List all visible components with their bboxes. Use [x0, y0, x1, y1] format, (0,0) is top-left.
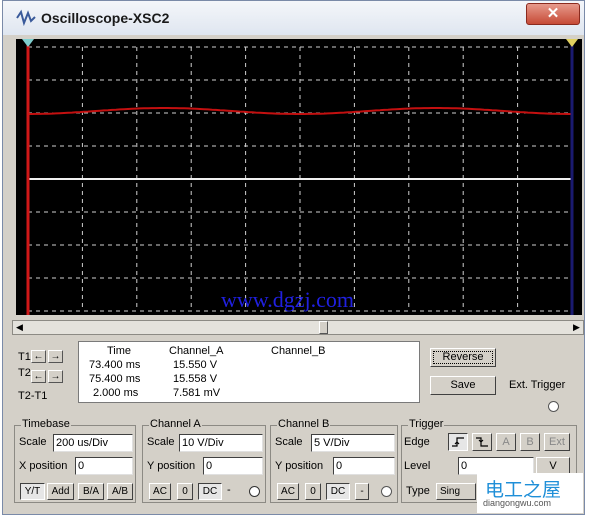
title-bar[interactable]: Oscilloscope-XSC2 ✕ — [3, 1, 584, 35]
mode-add-button[interactable]: Add — [47, 483, 74, 500]
channel-a-scale-field[interactable]: 10 V/Div — [179, 434, 263, 452]
channel-a-minus: - — [227, 484, 231, 496]
timebase-scale-field[interactable]: 200 us/Div — [53, 434, 133, 452]
channel-b-ypos-field[interactable]: 0 — [333, 457, 395, 475]
t1-channel-a: 15.550 V — [173, 359, 218, 371]
channel-b-group: Channel B Scale 5 V/Div Y position 0 AC … — [270, 418, 398, 503]
channel-a-zero-button[interactable]: 0 — [177, 483, 193, 500]
channel-b-zero-button[interactable]: 0 — [305, 483, 321, 500]
level-label: Level — [404, 460, 431, 472]
channel-a-scale-label: Scale — [147, 436, 175, 448]
timebase-scale-label: Scale — [19, 436, 47, 448]
type-label: Type — [406, 485, 430, 497]
edge-label: Edge — [404, 436, 430, 448]
channel-a-ypos-label: Y position — [147, 460, 196, 472]
channel-b-minus-button[interactable]: - — [355, 483, 369, 500]
oscilloscope-window: Oscilloscope-XSC2 ✕ www.dgzj.com ◀ ▶ T1 … — [2, 0, 585, 515]
trigger-a-button[interactable]: A — [496, 433, 516, 451]
channel-a-ypos-field[interactable]: 0 — [203, 457, 263, 475]
site-logo: 电工之屋 diangongwu.com — [477, 473, 583, 513]
t2-label: T2 — [18, 367, 31, 379]
trigger-b-button[interactable]: B — [520, 433, 540, 451]
channel-a-group: Channel A Scale 10 V/Div Y position 0 AC… — [142, 418, 266, 503]
channel-b-label: Channel B — [277, 418, 331, 430]
scope-graph — [22, 39, 578, 315]
scroll-thumb[interactable] — [319, 321, 328, 334]
t1-time: 73.400 ms — [89, 359, 141, 371]
t2-t1-channel-a: 7.581 mV — [173, 387, 221, 399]
type-single-button[interactable]: Sing — [436, 483, 476, 500]
time-scrollbar[interactable]: ◀ ▶ — [12, 320, 584, 335]
channel-a-dc-button[interactable]: DC — [198, 483, 222, 500]
ext-trigger-label: Ext. Trigger — [509, 379, 566, 391]
timebase-label: Timebase — [21, 418, 71, 430]
header-channel-a: Channel_A — [169, 345, 224, 357]
mode-ab-button[interactable]: A/B — [107, 483, 133, 500]
trigger-label: Trigger — [408, 418, 445, 430]
watermark: www.dgzj.com — [221, 287, 354, 312]
mode-yt-button[interactable]: Y/T — [20, 483, 45, 500]
oscilloscope-icon — [16, 9, 36, 27]
window-title: Oscilloscope-XSC2 — [41, 10, 170, 26]
channel-b-scale-label: Scale — [275, 436, 303, 448]
t2-time: 75.400 ms — [89, 373, 141, 385]
x-position-label: X position — [19, 460, 68, 472]
scroll-right-arrow-icon[interactable]: ▶ — [570, 321, 583, 334]
trigger-ext-button[interactable]: Ext — [544, 433, 570, 451]
falling-edge-icon[interactable] — [472, 433, 492, 451]
t2-right-arrow-icon[interactable]: → — [48, 370, 63, 383]
channel-a-radio[interactable] — [249, 486, 260, 497]
t2-t1-label: T2-T1 — [18, 390, 48, 402]
t1-right-arrow-icon[interactable]: → — [48, 350, 63, 363]
logo-url: diangongwu.com — [483, 498, 552, 508]
close-button[interactable]: ✕ — [526, 3, 580, 25]
channel-b-ac-button[interactable]: AC — [277, 483, 299, 500]
channel-a-label: Channel A — [149, 418, 202, 430]
reverse-button[interactable]: Reverse — [430, 348, 496, 367]
measurement-table: Time Channel_A Channel_B 73.400 ms 15.55… — [78, 341, 420, 403]
timebase-group: Timebase Scale 200 us/Div X position 0 Y… — [14, 418, 136, 503]
channel-b-dc-button[interactable]: DC — [326, 483, 350, 500]
t1-label: T1 — [18, 351, 31, 363]
cursor-t1-marker-icon — [22, 39, 34, 47]
save-button[interactable]: Save — [430, 376, 496, 395]
rising-edge-icon[interactable] — [448, 433, 468, 451]
scope-screen[interactable]: www.dgzj.com — [16, 39, 582, 315]
ext-trigger-radio[interactable] — [548, 401, 559, 412]
header-time: Time — [107, 345, 132, 357]
mode-ba-button[interactable]: B/A — [78, 483, 104, 500]
channel-b-radio[interactable] — [381, 486, 392, 497]
header-channel-b: Channel_B — [271, 345, 326, 357]
scroll-left-arrow-icon[interactable]: ◀ — [13, 321, 26, 334]
t2-channel-a: 15.558 V — [173, 373, 218, 385]
channel-a-ac-button[interactable]: AC — [149, 483, 171, 500]
cursor-t2-marker-icon — [566, 39, 578, 47]
channel-b-ypos-label: Y position — [275, 460, 324, 472]
x-position-field[interactable]: 0 — [75, 457, 133, 475]
t2-t1-time: 2.000 ms — [93, 387, 139, 399]
t2-left-arrow-icon[interactable]: ← — [31, 370, 46, 383]
channel-b-scale-field[interactable]: 5 V/Div — [311, 434, 395, 452]
t1-left-arrow-icon[interactable]: ← — [31, 350, 46, 363]
